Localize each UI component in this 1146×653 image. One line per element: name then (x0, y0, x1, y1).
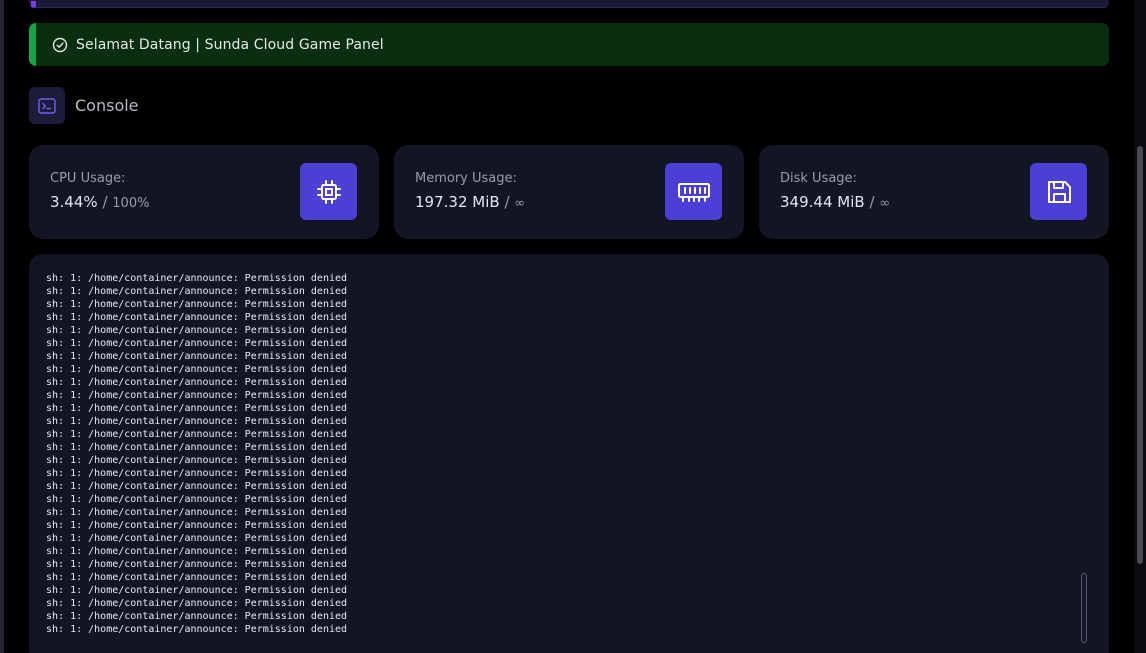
console-line: sh: 1: /home/container/announce: Permiss… (46, 481, 348, 492)
console-line: sh: 1: /home/container/announce: Permiss… (46, 442, 348, 453)
check-circle-icon (52, 37, 68, 53)
terminal-icon (29, 87, 65, 124)
console-line: sh: 1: /home/container/announce: Permiss… (46, 468, 348, 479)
save-icon (1030, 163, 1087, 220)
console-header: Console (29, 87, 139, 124)
console-line: sh: 1: /home/container/announce: Permiss… (46, 455, 348, 466)
left-scrollbar[interactable] (0, 0, 4, 653)
console-line: sh: 1: /home/container/announce: Permiss… (46, 325, 348, 336)
disk-usage-value-row: 349.44 MiB / ∞ (780, 193, 890, 211)
console-line: sh: 1: /home/container/announce: Permiss… (46, 364, 348, 375)
memory-icon (665, 163, 722, 220)
cpu-usage-label: CPU Usage: (50, 171, 126, 186)
console-line: sh: 1: /home/container/announce: Permiss… (46, 390, 348, 401)
console-line: sh: 1: /home/container/announce: Permiss… (46, 533, 348, 544)
console-line: sh: 1: /home/container/announce: Permiss… (46, 624, 348, 635)
memory-usage-value-row: 197.32 MiB / ∞ (415, 193, 525, 211)
memory-usage-card: Memory Usage: 197.32 MiB / ∞ (394, 145, 744, 239)
top-bar-accent (31, 1, 36, 8)
disk-usage-value: 349.44 MiB (780, 193, 865, 211)
console-line: sh: 1: /home/container/announce: Permiss… (46, 559, 348, 570)
page-scrollbar-track[interactable] (1134, 0, 1146, 653)
console-line: sh: 1: /home/container/announce: Permiss… (46, 507, 348, 518)
console-line: sh: 1: /home/container/announce: Permiss… (46, 429, 348, 440)
page-scrollbar-thumb[interactable] (1137, 146, 1143, 564)
console-line: sh: 1: /home/container/announce: Permiss… (46, 572, 348, 583)
console-scrollbar-thumb[interactable] (1081, 573, 1087, 643)
console-line: sh: 1: /home/container/announce: Permiss… (46, 494, 348, 505)
console-line: sh: 1: /home/container/announce: Permiss… (46, 299, 348, 310)
disk-usage-label: Disk Usage: (780, 171, 857, 186)
top-navigation-bar (29, 0, 1109, 8)
console-line: sh: 1: /home/container/announce: Permiss… (46, 598, 348, 609)
page: Selamat Datang | Sunda Cloud Game Panel … (0, 0, 1146, 653)
memory-usage-separator: / (504, 193, 510, 211)
cpu-usage-value: 3.44% (50, 193, 98, 211)
console-line: sh: 1: /home/container/announce: Permiss… (46, 351, 348, 362)
disk-usage-max: ∞ (879, 196, 891, 211)
cpu-usage-max: 100% (112, 196, 150, 211)
console-line: sh: 1: /home/container/announce: Permiss… (46, 312, 348, 323)
cpu-usage-card: CPU Usage: 3.44% / 100% (29, 145, 379, 239)
disk-usage-card: Disk Usage: 349.44 MiB / ∞ (759, 145, 1109, 239)
console-line: sh: 1: /home/container/announce: Permiss… (46, 403, 348, 414)
console-output: sh: 1: /home/container/announce: Permiss… (46, 272, 347, 636)
console-line: sh: 1: /home/container/announce: Permiss… (46, 611, 348, 622)
cpu-usage-separator: / (102, 193, 108, 211)
page-title: Console (75, 96, 139, 115)
welcome-message: Selamat Datang | Sunda Cloud Game Panel (76, 36, 384, 53)
console-line: sh: 1: /home/container/announce: Permiss… (46, 338, 348, 349)
memory-usage-value: 197.32 MiB (415, 193, 500, 211)
cpu-usage-value-row: 3.44% / 100% (50, 193, 149, 211)
memory-usage-label: Memory Usage: (415, 171, 517, 186)
console-line: sh: 1: /home/container/announce: Permiss… (46, 273, 348, 284)
console-line: sh: 1: /home/container/announce: Permiss… (46, 585, 348, 596)
welcome-alert: Selamat Datang | Sunda Cloud Game Panel (29, 23, 1109, 66)
console-line: sh: 1: /home/container/announce: Permiss… (46, 520, 348, 531)
console-line: sh: 1: /home/container/announce: Permiss… (46, 546, 348, 557)
cpu-icon (300, 163, 357, 220)
console-line: sh: 1: /home/container/announce: Permiss… (46, 286, 348, 297)
memory-usage-max: ∞ (514, 196, 526, 211)
disk-usage-separator: / (869, 193, 875, 211)
console-line: sh: 1: /home/container/announce: Permiss… (46, 377, 348, 388)
console-output-panel[interactable]: sh: 1: /home/container/announce: Permiss… (29, 254, 1109, 653)
console-line: sh: 1: /home/container/announce: Permiss… (46, 416, 348, 427)
